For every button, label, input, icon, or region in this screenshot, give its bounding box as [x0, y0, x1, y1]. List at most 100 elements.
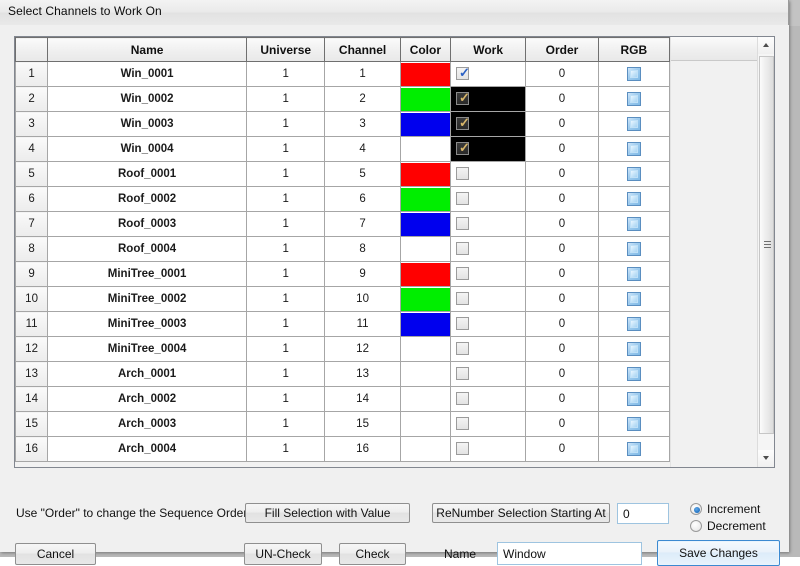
table-row[interactable]: 2 Win_0002 1 2 ✓ 0: [15, 86, 671, 112]
order-cell[interactable]: 0: [525, 361, 599, 387]
work-cell[interactable]: [449, 211, 527, 237]
table-row[interactable]: 4 Win_0004 1 4 ✓ 0: [15, 136, 671, 162]
rgb-color-button[interactable]: [626, 191, 641, 206]
order-cell[interactable]: 0: [525, 86, 599, 112]
order-cell[interactable]: 0: [525, 161, 599, 187]
rgb-cell[interactable]: [597, 286, 671, 312]
order-cell[interactable]: 0: [525, 386, 599, 412]
channel-name-cell[interactable]: Arch_0003: [47, 411, 248, 437]
universe-cell[interactable]: 1: [246, 86, 326, 112]
color-cell[interactable]: [399, 61, 451, 87]
row-number-cell[interactable]: 4: [15, 136, 49, 162]
table-row[interactable]: 8 Roof_0004 1 8 0: [15, 236, 671, 262]
work-checkbox[interactable]: [455, 217, 469, 230]
table-row[interactable]: 5 Roof_0001 1 5 0: [15, 161, 671, 187]
column-header-rownum[interactable]: [15, 37, 49, 62]
channel-name-cell[interactable]: Roof_0004: [47, 236, 248, 262]
channel-name-cell[interactable]: Arch_0001: [47, 361, 248, 387]
row-number-cell[interactable]: 14: [15, 386, 49, 412]
color-cell[interactable]: [399, 286, 451, 312]
work-checkbox[interactable]: [455, 442, 469, 455]
save-changes-button[interactable]: Save Changes: [657, 540, 780, 566]
color-cell[interactable]: [399, 236, 451, 262]
color-cell[interactable]: [399, 111, 451, 137]
work-checkbox[interactable]: [455, 342, 469, 355]
row-number-cell[interactable]: 9: [15, 261, 49, 287]
table-row[interactable]: 13 Arch_0001 1 13 0: [15, 361, 671, 387]
column-header-work[interactable]: Work: [449, 37, 527, 62]
channels-grid-viewport[interactable]: Name Universe Channel Color Work Order R…: [15, 37, 757, 467]
channel-cell[interactable]: 15: [324, 411, 401, 437]
order-cell[interactable]: 0: [525, 61, 599, 87]
channel-cell[interactable]: 11: [324, 311, 401, 337]
color-cell[interactable]: [399, 161, 451, 187]
work-checkbox[interactable]: [455, 417, 469, 430]
work-checkbox[interactable]: [455, 192, 469, 205]
row-number-cell[interactable]: 8: [15, 236, 49, 262]
rgb-color-button[interactable]: [626, 116, 641, 131]
table-row[interactable]: 7 Roof_0003 1 7 0: [15, 211, 671, 237]
color-cell[interactable]: [399, 311, 451, 337]
renumber-start-input[interactable]: [617, 503, 669, 524]
table-row[interactable]: 1 Win_0001 1 1 ✓ 0: [15, 61, 671, 87]
work-cell[interactable]: [449, 286, 527, 312]
color-cell[interactable]: [399, 86, 451, 112]
channel-name-cell[interactable]: Arch_0004: [47, 436, 248, 462]
column-header-color[interactable]: Color: [399, 37, 451, 62]
work-cell[interactable]: [449, 386, 527, 412]
order-cell[interactable]: 0: [525, 111, 599, 137]
table-row[interactable]: 3 Win_0003 1 3 ✓ 0: [15, 111, 671, 137]
table-row[interactable]: 10 MiniTree_0002 1 10 0: [15, 286, 671, 312]
work-cell[interactable]: [449, 261, 527, 287]
rgb-color-button[interactable]: [626, 166, 641, 181]
vertical-scrollbar[interactable]: [757, 37, 774, 467]
channel-cell[interactable]: 13: [324, 361, 401, 387]
table-row[interactable]: 6 Roof_0002 1 6 0: [15, 186, 671, 212]
universe-cell[interactable]: 1: [246, 236, 326, 262]
table-row[interactable]: 15 Arch_0003 1 15 0: [15, 411, 671, 437]
work-checkbox[interactable]: [455, 267, 469, 280]
row-number-cell[interactable]: 2: [15, 86, 49, 112]
color-cell[interactable]: [399, 361, 451, 387]
channel-cell[interactable]: 5: [324, 161, 401, 187]
channel-name-cell[interactable]: MiniTree_0004: [47, 336, 248, 362]
work-cell[interactable]: [449, 186, 527, 212]
row-number-cell[interactable]: 10: [15, 286, 49, 312]
universe-cell[interactable]: 1: [246, 336, 326, 362]
table-row[interactable]: 12 MiniTree_0004 1 12 0: [15, 336, 671, 362]
channel-name-cell[interactable]: MiniTree_0003: [47, 311, 248, 337]
rgb-cell[interactable]: [597, 186, 671, 212]
channel-cell[interactable]: 1: [324, 61, 401, 87]
uncheck-button[interactable]: UN-Check: [244, 543, 322, 565]
order-cell[interactable]: 0: [525, 436, 599, 462]
row-number-cell[interactable]: 11: [15, 311, 49, 337]
row-number-cell[interactable]: 16: [15, 436, 49, 462]
rgb-color-button[interactable]: [626, 366, 641, 381]
fill-selection-button[interactable]: Fill Selection with Value: [245, 503, 410, 523]
channel-cell[interactable]: 2: [324, 86, 401, 112]
rgb-color-button[interactable]: [626, 441, 641, 456]
channel-name-cell[interactable]: Win_0001: [47, 61, 248, 87]
column-header-rgb[interactable]: RGB: [597, 37, 671, 62]
work-checkbox[interactable]: ✓: [455, 116, 470, 130]
rgb-color-button[interactable]: [626, 266, 641, 281]
rgb-cell[interactable]: [597, 311, 671, 337]
work-checkbox[interactable]: ✓: [455, 141, 470, 155]
order-cell[interactable]: 0: [525, 311, 599, 337]
universe-cell[interactable]: 1: [246, 136, 326, 162]
rgb-color-button[interactable]: [626, 291, 641, 306]
universe-cell[interactable]: 1: [246, 111, 326, 137]
work-cell[interactable]: ✓: [449, 111, 527, 137]
order-cell[interactable]: 0: [525, 136, 599, 162]
work-checkbox[interactable]: [455, 167, 469, 180]
renumber-selection-button[interactable]: ReNumber Selection Starting At: [432, 503, 610, 523]
color-cell[interactable]: [399, 336, 451, 362]
rgb-cell[interactable]: [597, 361, 671, 387]
work-cell[interactable]: [449, 161, 527, 187]
work-cell[interactable]: [449, 436, 527, 462]
work-cell[interactable]: ✓: [449, 136, 527, 162]
order-cell[interactable]: 0: [525, 236, 599, 262]
color-cell[interactable]: [399, 186, 451, 212]
table-row[interactable]: 16 Arch_0004 1 16 0: [15, 436, 671, 462]
work-checkbox[interactable]: ✓: [455, 91, 470, 105]
